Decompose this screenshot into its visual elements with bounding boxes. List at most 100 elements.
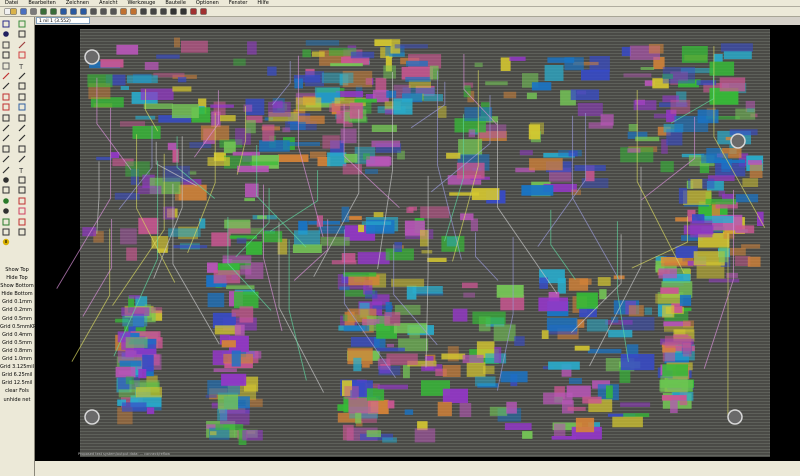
canvas-caption: Proposed test system/output data: ... co… <box>78 452 171 456</box>
line-icon[interactable] <box>18 124 26 132</box>
zoom-fit-icon[interactable] <box>18 228 26 236</box>
panel-button-hide-bottom[interactable]: Hide Bottom <box>0 290 34 298</box>
line-icon[interactable] <box>2 82 10 90</box>
save-icon[interactable] <box>20 8 27 15</box>
panel-button-grid-6-25mil[interactable]: Grid 6.25mil <box>0 371 34 379</box>
panel-button-show-bottom[interactable]: Show Bottom <box>0 282 34 290</box>
panel-button-grid-0-5mmkp[interactable]: Grid 0.5mmKP <box>0 323 36 331</box>
undo-icon[interactable] <box>40 8 47 15</box>
rotate-icon[interactable] <box>120 8 127 15</box>
panel-button-grid-3-125mil[interactable]: Grid 3.125mil <box>0 363 34 371</box>
panel-button-grid-0-5mm[interactable]: Grid 0.5mm <box>0 315 34 323</box>
panel-button-unhide-net[interactable]: unhide net <box>0 396 34 404</box>
redo-icon[interactable] <box>150 8 157 15</box>
rectangle-icon[interactable] <box>2 62 10 70</box>
copper-fill <box>220 115 236 122</box>
layer-grid-list: Show Top Hide Top Show Bottom Hide Bottom Gr… <box>0 266 36 404</box>
rotate-icon[interactable] <box>18 176 26 184</box>
menu-item-ansicht[interactable]: Ansicht <box>94 0 122 6</box>
print-icon[interactable] <box>30 8 37 15</box>
zoom-fit-icon[interactable] <box>80 8 87 15</box>
panel-button-grid-0-1mm[interactable]: Grid 0.1mm <box>0 298 34 306</box>
zoom-out-icon[interactable] <box>100 8 107 15</box>
rectangle-icon[interactable] <box>18 145 26 153</box>
zoom-out-icon[interactable] <box>70 8 77 15</box>
pad-icon[interactable] <box>18 218 26 226</box>
rotate-icon[interactable] <box>130 8 137 15</box>
delete-icon[interactable] <box>200 8 207 15</box>
zoom-fit-icon[interactable] <box>110 8 117 15</box>
rectangle-icon[interactable] <box>2 186 10 194</box>
panel-button-clear-fols[interactable]: clear Fols <box>0 387 34 395</box>
rectangle-icon[interactable] <box>2 145 10 153</box>
copper-fill <box>321 72 354 83</box>
pad-icon[interactable] <box>18 207 26 215</box>
line-icon[interactable] <box>2 72 10 80</box>
panel-button-hide-top[interactable]: Hide Top <box>0 274 34 282</box>
circle-icon[interactable] <box>2 176 10 184</box>
rotate-icon[interactable] <box>18 93 26 101</box>
undo-icon[interactable] <box>160 8 167 15</box>
eye-icon[interactable] <box>18 20 26 28</box>
menu-item-optionen[interactable]: Optionen <box>191 0 224 6</box>
menu-item-bearbeiten[interactable]: Bearbeiten <box>23 0 60 6</box>
panel-button-grid-0-8mm[interactable]: Grid 0.8mm <box>0 347 34 355</box>
pcb-canvas[interactable] <box>35 25 800 461</box>
pad-icon[interactable] <box>18 51 26 59</box>
line-icon[interactable] <box>2 124 10 132</box>
panel-button-grid-0-2mm[interactable]: Grid 0.2mm <box>0 306 34 314</box>
via-icon[interactable] <box>2 197 10 205</box>
via-icon[interactable] <box>2 207 10 215</box>
measure-icon[interactable] <box>190 8 197 15</box>
copper-fill <box>287 142 320 146</box>
document-tab[interactable]: 1 nil 1 (3.552) <box>36 17 90 24</box>
line-icon[interactable] <box>18 72 26 80</box>
panel-button-grid-12-5mil[interactable]: Grid 12.5mil <box>0 379 34 387</box>
pad-icon[interactable] <box>2 103 10 111</box>
text-icon[interactable]: T <box>18 166 26 174</box>
rectangle-icon[interactable] <box>18 186 26 194</box>
menu-item-werkzeuge[interactable]: Werkzeuge <box>123 0 161 6</box>
panel-button-grid-0-4mm[interactable]: Grid 0.4mm <box>0 331 34 339</box>
open-folder-icon[interactable] <box>10 8 17 15</box>
via-icon[interactable] <box>2 30 10 38</box>
zoom-in-icon[interactable] <box>60 8 67 15</box>
mounting-hole <box>730 133 746 149</box>
line-icon[interactable] <box>18 41 26 49</box>
zoom-in-icon[interactable] <box>90 8 97 15</box>
copper-fill <box>119 360 142 367</box>
delete-icon[interactable] <box>2 218 10 226</box>
menu-item-fenster[interactable]: Fenster <box>224 0 253 6</box>
measure-icon[interactable] <box>18 30 26 38</box>
redo-icon[interactable] <box>50 8 57 15</box>
rectangle-icon[interactable] <box>18 82 26 90</box>
menu-item-bauteile[interactable]: Bauteile <box>160 0 191 6</box>
pad-icon[interactable] <box>2 114 10 122</box>
pointer-icon[interactable] <box>170 8 177 15</box>
panel-button-grid-1-0mm[interactable]: Grid 1.0mm <box>0 355 34 363</box>
move-icon[interactable] <box>2 41 10 49</box>
pad-icon[interactable] <box>18 114 26 122</box>
text-icon[interactable]: T <box>18 62 26 70</box>
panel-button-grid-0-5mm[interactable]: Grid 0.5mm <box>0 339 34 347</box>
panel-button-show-top[interactable]: Show Top <box>0 266 34 274</box>
copper-fill <box>383 65 396 79</box>
pointer-icon[interactable] <box>180 8 187 15</box>
line-icon[interactable] <box>18 134 26 142</box>
menu-item-zeichnen[interactable]: Zeichnen <box>61 0 94 6</box>
warning-icon[interactable] <box>2 238 10 246</box>
pcb-layout-view[interactable] <box>35 25 800 461</box>
line-icon[interactable] <box>18 155 26 163</box>
pad-icon[interactable] <box>18 197 26 205</box>
menu-item-hilfe[interactable]: Hilfe <box>252 0 273 6</box>
pad-icon[interactable] <box>18 103 26 111</box>
move-icon[interactable] <box>140 8 147 15</box>
line-icon[interactable] <box>2 166 10 174</box>
line-icon[interactable] <box>2 155 10 163</box>
rotate-icon[interactable] <box>2 51 10 59</box>
measure-icon[interactable] <box>2 228 10 236</box>
delete-icon[interactable] <box>2 93 10 101</box>
line-icon[interactable] <box>2 134 10 142</box>
pointer-icon[interactable] <box>2 20 10 28</box>
menu-item-datei[interactable]: Datei <box>0 0 23 6</box>
